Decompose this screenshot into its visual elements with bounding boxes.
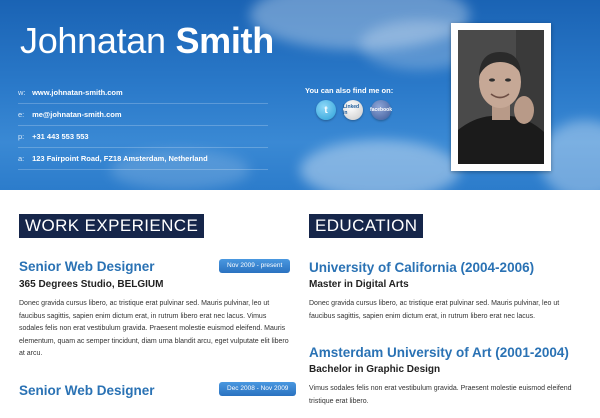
profile-photo — [458, 30, 544, 164]
job-description: Donec gravida cursus libero, ac tristiqu… — [19, 300, 289, 357]
last-name: Smith — [175, 20, 274, 61]
contact-list: w: www.johnatan-smith.com e: me@johnatan… — [18, 82, 268, 170]
linkedin-icon-text: Linked in — [343, 104, 360, 116]
degree-title: Master in Digital Arts — [309, 279, 409, 290]
phone-number: +31 443 553 553 — [32, 132, 89, 141]
job-title: Senior Web Designer — [19, 383, 155, 398]
twitter-icon-text: t — [324, 104, 328, 116]
website-link[interactable]: www.johnatan-smith.com — [32, 88, 123, 97]
profile-photo-frame — [451, 23, 551, 171]
contact-label: a: — [18, 154, 25, 163]
education-description: Vimus sodales felis non erat vestibulum … — [309, 385, 572, 405]
contact-address: a: 123 Fairpoint Road, FZ18 Amsterdam, N… — [18, 148, 268, 170]
twitter-icon[interactable]: t — [316, 100, 336, 120]
find-me-label: You can also find me on: — [305, 86, 394, 95]
job-title: Senior Web Designer — [19, 259, 155, 274]
contact-label: p: — [18, 132, 25, 141]
education-description: Donec gravida cursus libero, ac tristiqu… — [309, 300, 560, 320]
first-name: Johnatan — [20, 20, 166, 61]
job-company: 365 Degrees Studio, BELGIUM — [19, 279, 164, 290]
resume-name: Johnatan Smith — [20, 20, 274, 62]
address-text: 123 Fairpoint Road, FZ18 Amsterdam, Neth… — [32, 154, 208, 163]
work-experience-heading: WORK EXPERIENCE — [19, 214, 205, 238]
date-badge: Nov 2009 - present — [219, 259, 291, 273]
cloud-decoration — [300, 140, 460, 190]
email-link[interactable]: me@johnatan-smith.com — [32, 110, 121, 119]
contact-label: w: — [18, 88, 26, 97]
contact-label: e: — [18, 110, 25, 119]
education-heading: EDUCATION — [309, 214, 424, 238]
portrait-illustration — [458, 30, 544, 164]
facebook-icon-text: facebook — [370, 107, 392, 113]
school-title: Amsterdam University of Art (2001-2004) — [309, 345, 569, 360]
facebook-icon[interactable]: facebook — [370, 100, 392, 120]
date-badge: Dec 2008 - Nov 2009 — [219, 382, 297, 396]
school-title: University of California (2004-2006) — [309, 260, 535, 275]
contact-phone: p: +31 443 553 553 — [18, 126, 268, 148]
contact-website: w: www.johnatan-smith.com — [18, 82, 268, 104]
linkedin-icon[interactable]: Linked in — [343, 100, 363, 120]
contact-email: e: me@johnatan-smith.com — [18, 104, 268, 126]
resume-header: Johnatan Smith w: www.johnatan-smith.com… — [0, 0, 600, 190]
degree-title: Bachelor in Graphic Design — [309, 364, 441, 375]
